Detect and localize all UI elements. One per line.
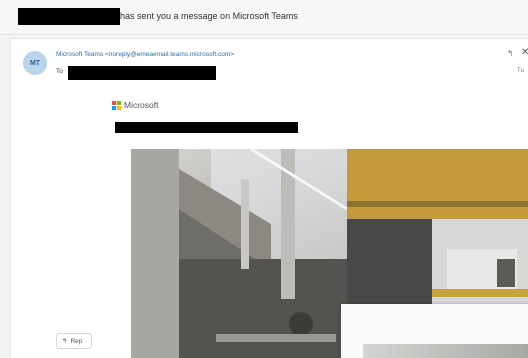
reply-icon[interactable]: ↰ [507, 49, 514, 58]
logo-square-yellow [117, 105, 121, 110]
microsoft-logo-text: Microsoft [124, 100, 159, 110]
subject-text: has sent you a message on Microsoft Team… [120, 11, 298, 21]
redacted-message-line [115, 122, 298, 133]
sender-avatar[interactable]: MT [23, 51, 47, 75]
factory-machinery-illustration [131, 149, 347, 358]
panel-image-strip [363, 344, 528, 358]
sender-address[interactable]: Microsoft Teams <noreply@emeaemail.teams… [56, 51, 234, 58]
logo-square-blue [112, 105, 116, 110]
logo-square-green [117, 100, 121, 105]
logo-square-red [112, 100, 116, 105]
microsoft-logo: Microsoft [112, 100, 158, 110]
date-fragment: Tu [517, 68, 524, 74]
reply-button-label: Rep [70, 337, 83, 345]
close-icon[interactable]: ✕ [521, 47, 528, 58]
factory-machinery-photo [131, 149, 347, 358]
email-message: MT Microsoft Teams <noreply@emeaemail.te… [10, 38, 528, 358]
redacted-sender-name [18, 8, 120, 25]
reply-button-icon: ↰ [62, 338, 68, 345]
to-label: To [56, 68, 63, 75]
redacted-recipient [68, 66, 216, 80]
microsoft-logo-icon [112, 100, 121, 110]
overlay-panel [341, 304, 528, 358]
subject-bar: has sent you a message on Microsoft Team… [0, 0, 528, 35]
reply-button[interactable]: ↰ Rep [56, 333, 92, 349]
